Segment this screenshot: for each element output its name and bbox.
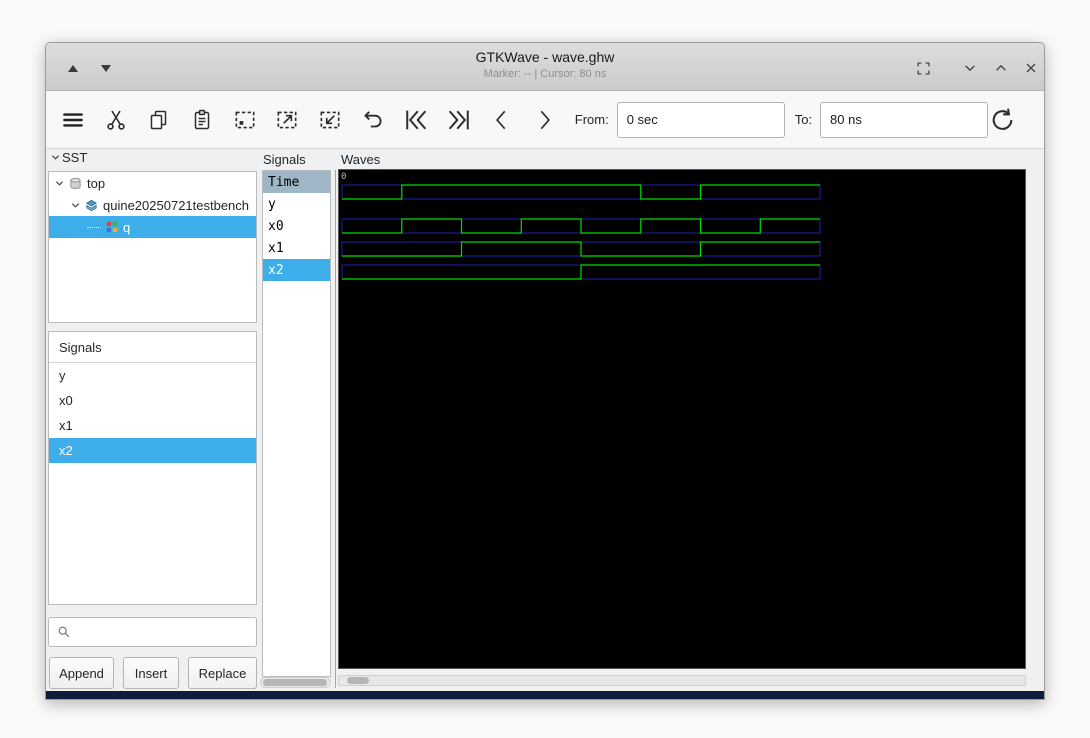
- list-item-y[interactable]: y: [49, 363, 256, 388]
- menu-button[interactable]: [59, 103, 88, 137]
- replace-button[interactable]: Replace: [188, 657, 257, 689]
- gtkwave-window: GTKWave - wave.ghw Marker: -- | Cursor: …: [45, 42, 1045, 700]
- svg-text:0: 0: [341, 172, 346, 182]
- prev-edge-icon: [495, 110, 505, 129]
- scope-icon: [70, 177, 81, 189]
- paste-button[interactable]: [187, 103, 216, 137]
- sst-signals-box: Signals y x0 x1 x2: [48, 331, 257, 605]
- action-buttons: Append Insert Replace: [49, 657, 257, 689]
- zoom-in-button[interactable]: [273, 103, 302, 137]
- tree-item-q[interactable]: q: [49, 216, 256, 238]
- search-icon: [58, 626, 70, 638]
- sst-tree: top quine20250721testbench q: [48, 171, 257, 323]
- window-bottom-edge: [46, 691, 1044, 699]
- zoom-fit-button[interactable]: [230, 103, 259, 137]
- wave-row-label-y[interactable]: y: [263, 193, 330, 215]
- search-input[interactable]: [71, 618, 256, 646]
- reload-icon: [992, 107, 1013, 130]
- reload-button[interactable]: [988, 103, 1017, 137]
- insert-button[interactable]: Insert: [123, 657, 179, 689]
- main-content: SST top quine20250721testbench q Signals: [46, 149, 1044, 693]
- chevron-up-icon[interactable]: [992, 59, 1010, 77]
- from-input[interactable]: [616, 101, 785, 138]
- copy-icon: [150, 110, 167, 129]
- scrollbar-thumb[interactable]: [263, 679, 327, 686]
- expander-icon: [71, 202, 80, 208]
- prev-edge-button[interactable]: [487, 103, 516, 137]
- restore-icon[interactable]: [914, 59, 932, 77]
- undo-icon: [364, 110, 382, 127]
- window-title: GTKWave - wave.ghw: [475, 49, 615, 65]
- undo-button[interactable]: [359, 103, 388, 137]
- tree-item-top[interactable]: top: [49, 172, 256, 194]
- scrollbar-thumb[interactable]: [347, 677, 369, 684]
- module-icon: [85, 199, 98, 211]
- collapse-chevron-icon: [51, 155, 60, 160]
- time-header: Time: [263, 171, 330, 193]
- signals-frame-label: Signals: [263, 152, 306, 167]
- paste-icon: [194, 109, 210, 129]
- toolbar: From: To:: [46, 91, 1044, 149]
- list-item-x2[interactable]: x2: [49, 438, 256, 463]
- to-label: To:: [794, 112, 813, 127]
- close-icon[interactable]: [1022, 59, 1040, 77]
- menu-icon: [63, 112, 84, 127]
- sst-frame-label[interactable]: SST: [51, 150, 87, 165]
- wave-canvas[interactable]: 0: [338, 169, 1026, 669]
- waves-frame-label: Waves: [341, 152, 381, 167]
- append-button[interactable]: Append: [49, 657, 114, 689]
- skip-to-end-button[interactable]: [444, 103, 473, 137]
- cut-button[interactable]: [102, 103, 131, 137]
- tree-connector: [87, 226, 101, 228]
- titlebar[interactable]: GTKWave - wave.ghw Marker: -- | Cursor: …: [46, 43, 1044, 91]
- list-item-x1[interactable]: x1: [49, 413, 256, 438]
- cut-icon: [107, 110, 125, 130]
- zoom-out-icon: [320, 111, 340, 128]
- signal-icon: [106, 221, 118, 233]
- signal-panel-hscrollbar[interactable]: [260, 677, 331, 688]
- signals-list-header: Signals: [49, 332, 256, 363]
- skip-to-start-button[interactable]: [402, 103, 431, 137]
- next-edge-button[interactable]: [530, 103, 559, 137]
- skip-end-icon: [448, 110, 469, 129]
- wave-row-label-x2[interactable]: x2: [263, 259, 330, 281]
- from-label: From:: [574, 112, 609, 127]
- marker-cursor-status: Marker: -- | Cursor: 80 ns: [483, 68, 607, 80]
- chevron-down-icon[interactable]: [961, 59, 979, 77]
- signal-name-panel: Time y x0 x1 x2: [262, 170, 331, 677]
- expander-icon: [55, 180, 64, 186]
- to-input[interactable]: [820, 101, 989, 138]
- skip-start-icon: [406, 110, 426, 129]
- signal-search-box[interactable]: [48, 617, 257, 647]
- tree-item-testbench[interactable]: quine20250721testbench: [49, 194, 256, 216]
- wave-hscrollbar[interactable]: [338, 675, 1026, 686]
- wave-row-label-x1[interactable]: x1: [263, 237, 330, 259]
- zoom-out-button[interactable]: [316, 103, 345, 137]
- list-item-x0[interactable]: x0: [49, 388, 256, 413]
- zoom-in-icon: [277, 111, 297, 128]
- wave-row-label-x0[interactable]: x0: [263, 215, 330, 237]
- copy-button[interactable]: [145, 103, 174, 137]
- next-edge-icon: [541, 110, 551, 129]
- zoom-fit-icon: [235, 111, 255, 128]
